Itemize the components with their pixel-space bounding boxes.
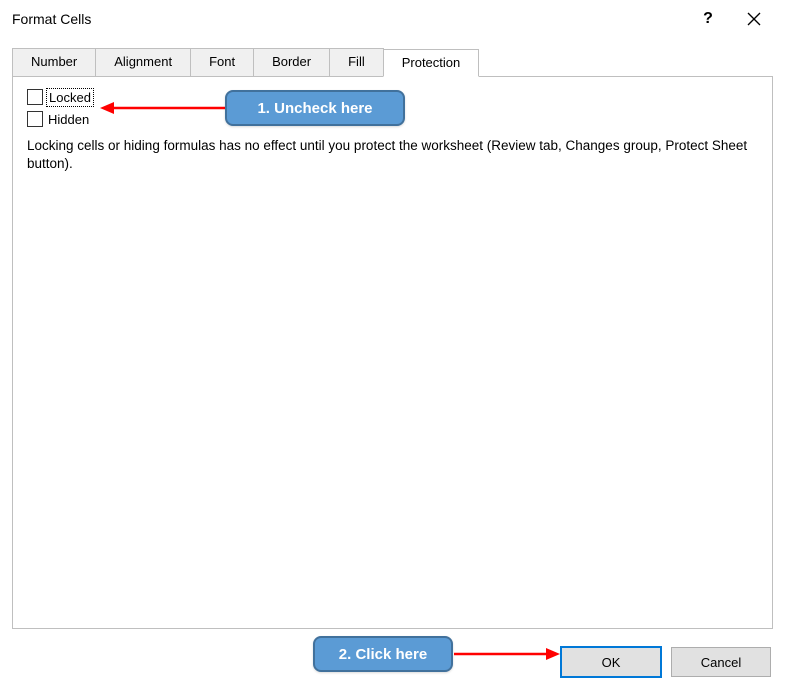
hidden-label[interactable]: Hidden — [48, 112, 89, 127]
hidden-checkbox[interactable] — [27, 111, 43, 127]
annotation-callout-1: 1. Uncheck here — [225, 90, 405, 126]
cancel-button[interactable]: Cancel — [671, 647, 771, 677]
tab-panel-protection: Locked Hidden Locking cells or hiding fo… — [12, 76, 773, 629]
dialog-buttons: OK Cancel — [561, 647, 771, 677]
tab-alignment[interactable]: Alignment — [95, 48, 191, 76]
help-button[interactable]: ? — [685, 4, 731, 34]
tab-font[interactable]: Font — [190, 48, 254, 76]
tabs: Number Alignment Font Border Fill Protec… — [12, 48, 773, 76]
close-button[interactable] — [731, 4, 777, 34]
annotation-arrow-1 — [98, 98, 228, 118]
tab-protection[interactable]: Protection — [383, 49, 480, 77]
tab-border[interactable]: Border — [253, 48, 330, 76]
dialog-body: Number Alignment Font Border Fill Protec… — [12, 48, 773, 629]
annotation-callout-2: 2. Click here — [313, 636, 453, 672]
annotation-arrow-2 — [452, 644, 562, 664]
tab-number[interactable]: Number — [12, 48, 96, 76]
protection-help-text: Locking cells or hiding formulas has no … — [27, 137, 758, 173]
locked-checkbox[interactable] — [27, 89, 43, 105]
titlebar: Format Cells ? — [0, 0, 785, 38]
ok-button[interactable]: OK — [561, 647, 661, 677]
locked-label[interactable]: Locked — [48, 90, 92, 105]
tab-fill[interactable]: Fill — [329, 48, 384, 76]
close-icon — [747, 12, 761, 26]
window-title: Format Cells — [12, 11, 685, 27]
